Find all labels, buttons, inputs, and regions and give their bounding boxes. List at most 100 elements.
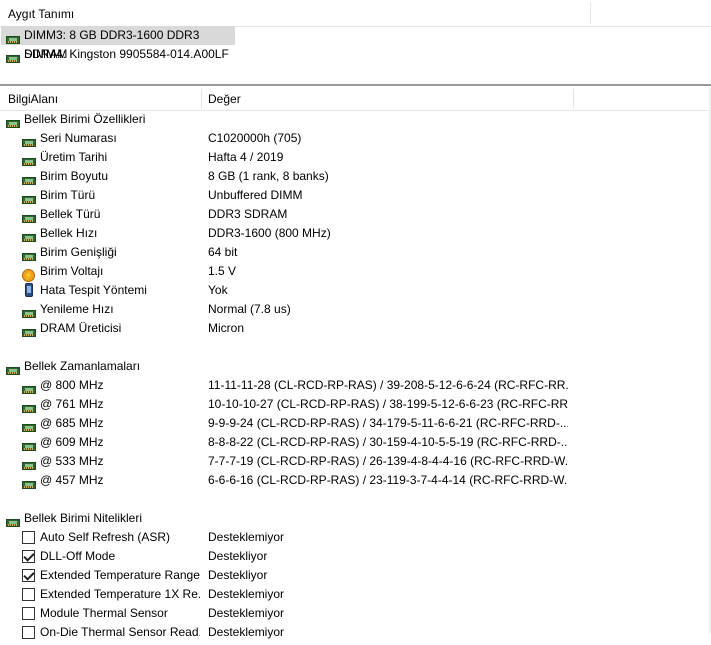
field-value: 8 GB (1 rank, 8 banks) xyxy=(208,169,329,183)
field-name: @ 800 MHz xyxy=(40,378,104,392)
section-title: Bellek Zamanlamaları xyxy=(24,359,141,373)
field-value: Normal (7.8 us) xyxy=(208,302,291,316)
field-value: C1020000h (705) xyxy=(208,131,302,145)
list-item[interactable]: On-Die Thermal Sensor Read... Desteklemiy… xyxy=(0,623,709,642)
memory-module-icon xyxy=(22,329,36,337)
device-list-header: Aygıt Tanımı xyxy=(0,0,711,27)
column-separator[interactable] xyxy=(201,89,202,109)
field-value: Destekliyor xyxy=(208,549,268,563)
memory-module-icon xyxy=(22,443,36,451)
unchecked-checkbox-icon xyxy=(22,531,35,544)
list-item[interactable]: Birim Boyutu 8 GB (1 rank, 8 banks) xyxy=(0,167,709,186)
field-name: @ 457 MHz xyxy=(40,473,104,487)
field-name: Üretim Tarihi xyxy=(40,150,108,164)
memory-module-icon xyxy=(22,177,36,185)
device-item-label: DIMM4: Kingston 9905584-014.A00LF xyxy=(24,47,229,61)
field-value: Yok xyxy=(208,283,228,297)
unchecked-checkbox-icon xyxy=(22,626,35,639)
list-item[interactable]: Extended Temperature 1X Re... Desteklemiy… xyxy=(0,585,709,604)
device-item[interactable]: DIMM4: Kingston 9905584-014.A00LF xyxy=(1,45,235,64)
list-item[interactable]: Auto Self Refresh (ASR) Desteklemiyor xyxy=(0,528,709,547)
list-item[interactable]: @ 761 MHz 10-10-10-27 (CL-RCD-RP-RAS) / 3… xyxy=(0,395,709,414)
memory-module-icon xyxy=(6,519,20,527)
row-icon-wrap xyxy=(22,476,36,495)
column-separator[interactable] xyxy=(573,89,574,109)
memory-module-icon xyxy=(6,36,20,44)
section-title: Bellek Birimi Özellikleri xyxy=(24,112,146,126)
field-value: 1.5 V xyxy=(208,264,237,278)
field-column-header[interactable]: BilgiAlanı xyxy=(8,92,58,106)
field-name: On-Die Thermal Sensor Read... xyxy=(40,625,200,639)
field-name: @ 761 MHz xyxy=(40,397,104,411)
field-name: @ 533 MHz xyxy=(40,454,104,468)
field-value: Desteklemiyor xyxy=(208,530,285,544)
field-name: @ 609 MHz xyxy=(40,435,104,449)
list-item[interactable]: @ 800 MHz 11-11-11-28 (CL-RCD-RP-RAS) / 3… xyxy=(0,376,709,395)
list-item[interactable]: Module Thermal Sensor Desteklemiyor xyxy=(0,604,709,623)
list-item[interactable]: DRAM Üreticisi Micron xyxy=(0,319,709,338)
memory-module-icon xyxy=(22,253,36,261)
field-value: Hafta 4 / 2019 xyxy=(208,150,284,164)
list-item[interactable]: Birim Türü Unbuffered DIMM xyxy=(0,186,709,205)
device-column-header[interactable]: Aygıt Tanımı xyxy=(8,7,74,21)
field-name: Seri Numarası xyxy=(40,131,117,145)
field-value: 6-6-6-16 (CL-RCD-RP-RAS) / 23-119-3-7-4-… xyxy=(208,473,568,487)
section-header[interactable]: Bellek Birimi Nitelikleri xyxy=(0,509,709,528)
memory-module-icon xyxy=(6,55,20,63)
memory-module-icon xyxy=(6,367,20,375)
memory-module-icon xyxy=(22,310,36,318)
unchecked-checkbox-icon xyxy=(22,607,35,620)
section-header[interactable]: Bellek Birimi Özellikleri xyxy=(0,110,709,129)
list-item[interactable]: Birim Genişliği 64 bit xyxy=(0,243,709,262)
list-item[interactable]: Extended Temperature Range Destekliyor xyxy=(0,566,709,585)
device-icon xyxy=(25,283,33,297)
field-value: DDR3 SDRAM xyxy=(208,207,288,221)
checked-checkbox-icon xyxy=(22,550,35,563)
field-name: Extended Temperature Range xyxy=(40,568,200,582)
list-item[interactable]: @ 609 MHz 8-8-8-22 (CL-RCD-RP-RAS) / 30-1… xyxy=(0,433,709,452)
field-name: DRAM Üreticisi xyxy=(40,321,122,335)
list-item[interactable]: Bellek Hızı DDR3-1600 (800 MHz) xyxy=(0,224,709,243)
field-value: 8-8-8-22 (CL-RCD-RP-RAS) / 30-159-4-10-5… xyxy=(208,435,568,449)
device-description-pane: Aygıt Tanımı DIMM3: 8 GB DDR3-1600 DDR3 … xyxy=(0,0,711,84)
field-value: Desteklemiyor xyxy=(208,625,285,639)
pane-splitter[interactable] xyxy=(0,84,711,86)
info-list-header: BilgiAlanı Değer xyxy=(0,87,711,111)
memory-module-icon xyxy=(22,158,36,166)
memory-module-icon xyxy=(22,424,36,432)
list-item[interactable]: Yenileme Hızı Normal (7.8 us) xyxy=(0,300,709,319)
list-item[interactable]: DLL-Off Mode Destekliyor xyxy=(0,547,709,566)
field-name: Bellek Hızı xyxy=(40,226,98,240)
field-name: Birim Boyutu xyxy=(40,169,109,183)
list-item[interactable]: @ 457 MHz 6-6-6-16 (CL-RCD-RP-RAS) / 23-1… xyxy=(0,471,709,490)
field-name: Hata Tespit Yöntemi xyxy=(40,283,147,297)
row-icon-wrap xyxy=(22,324,36,343)
list-item[interactable]: Hata Tespit Yöntemi Yok xyxy=(0,281,709,300)
field-value: 11-11-11-28 (CL-RCD-RP-RAS) / 39-208-5-1… xyxy=(208,378,568,392)
field-value: 7-7-7-19 (CL-RCD-RP-RAS) / 26-139-4-8-4-… xyxy=(208,454,568,468)
memory-module-icon xyxy=(22,462,36,470)
list-item[interactable]: @ 533 MHz 7-7-7-19 (CL-RCD-RP-RAS) / 26-1… xyxy=(0,452,709,471)
section-title: Bellek Birimi Nitelikleri xyxy=(24,511,143,525)
field-name: Extended Temperature 1X Re... xyxy=(40,587,200,601)
checked-checkbox-icon xyxy=(22,569,35,582)
list-item[interactable]: Bellek Türü DDR3 SDRAM xyxy=(0,205,709,224)
field-name: Yenileme Hızı xyxy=(40,302,114,316)
memory-module-icon xyxy=(22,139,36,147)
field-name: Bellek Türü xyxy=(40,207,101,221)
section-header[interactable]: Bellek Zamanlamaları xyxy=(0,357,709,376)
memory-module-icon xyxy=(22,196,36,204)
field-value: Micron xyxy=(208,321,245,335)
list-item[interactable]: @ 685 MHz 9-9-9-24 (CL-RCD-RP-RAS) / 34-1… xyxy=(0,414,709,433)
list-item[interactable]: Seri Numarası C1020000h (705) xyxy=(0,129,709,148)
field-value: 64 bit xyxy=(208,245,238,259)
device-item[interactable]: DIMM3: 8 GB DDR3-1600 DDR3 SDRAM xyxy=(1,26,235,61)
list-item[interactable]: ⚡ Birim Voltajı 1.5 V xyxy=(0,262,709,282)
field-name: Birim Türü xyxy=(40,188,96,202)
value-column-header[interactable]: Değer xyxy=(208,92,241,106)
memory-module-icon xyxy=(22,215,36,223)
column-separator[interactable] xyxy=(590,2,591,24)
list-item[interactable]: Üretim Tarihi Hafta 4 / 2019 xyxy=(0,148,709,167)
field-value: 10-10-10-27 (CL-RCD-RP-RAS) / 38-199-5-1… xyxy=(208,397,568,411)
field-name: Module Thermal Sensor xyxy=(40,606,168,620)
